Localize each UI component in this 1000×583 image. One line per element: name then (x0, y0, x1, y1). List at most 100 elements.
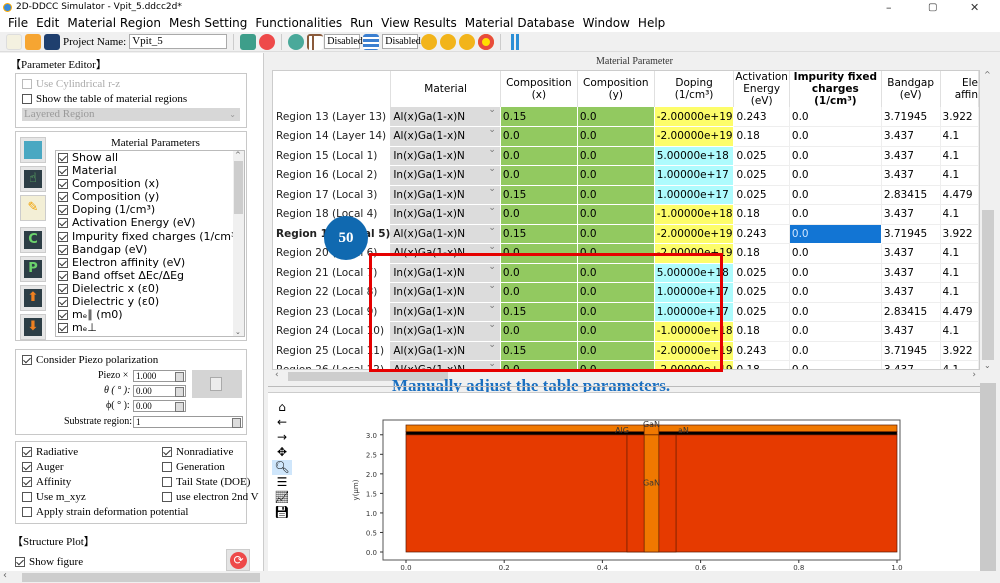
table-row[interactable]: Region 25 (Local 11)Al(x)Ga(1-x)N0.150.0… (273, 341, 979, 361)
bandgap-cell[interactable]: 3.437 (881, 243, 941, 264)
material-param-checkbox[interactable]: Dielectric x (ε0) (56, 282, 244, 295)
menu-view-results[interactable]: View Results (377, 15, 461, 32)
composition-y-cell[interactable]: 0.0 (577, 282, 655, 303)
table-row[interactable]: Region 26 (Local 12)Al(x)Ga(1-x)N0.00.0-… (273, 360, 979, 369)
plot-vertical-scrollbar[interactable] (980, 383, 996, 571)
affinity-cell[interactable]: 4.1 (940, 321, 979, 342)
doping-cell[interactable]: 1.00000e+17 (654, 302, 735, 322)
material-select[interactable]: In(x)Ga(1-x)N (390, 263, 501, 283)
impurity-cell[interactable]: 0.0 (789, 243, 882, 264)
configure-icon[interactable]: ☰ (272, 475, 292, 490)
table-vertical-scrollbar[interactable]: ^ ⌄ (980, 70, 996, 370)
bandgap-cell[interactable]: 3.437 (881, 263, 941, 283)
composition-x-cell[interactable]: 0.0 (500, 204, 578, 225)
table-row[interactable]: Region 18 (Local 4)In(x)Ga(1-x)N0.00.0-1… (273, 204, 979, 225)
menu-file[interactable]: File (4, 15, 32, 32)
row-header[interactable]: Region 25 (Local 11) (273, 341, 392, 361)
activation-energy-cell[interactable]: 0.025 (733, 302, 790, 322)
impurity-cell[interactable]: 0.0 (789, 146, 882, 166)
bandgap-cell[interactable]: 3.437 (881, 204, 941, 225)
checkbox[interactable] (58, 166, 68, 177)
affinity-cell[interactable]: 4.1 (940, 360, 979, 369)
composition-x-cell[interactable]: 0.0 (500, 263, 578, 283)
activation-energy-cell[interactable]: 0.243 (733, 341, 790, 361)
edit-button[interactable]: ✎ (20, 195, 46, 221)
bandgap-cell[interactable]: 3.71945 (881, 341, 941, 361)
doping-cell[interactable]: -2.00000e+19 (654, 360, 735, 369)
strain-checkbox[interactable]: Apply strain deformation potential (22, 506, 188, 518)
impurity-cell[interactable]: 0.0 (789, 126, 882, 147)
composition-y-cell[interactable]: 0.0 (577, 165, 655, 186)
column-header[interactable]: Composition (y) (577, 71, 655, 107)
composition-y-cell[interactable]: 0.0 (577, 302, 655, 322)
checkbox[interactable] (58, 257, 68, 268)
checkbox[interactable] (58, 323, 68, 334)
bandgap-cell[interactable]: 3.437 (881, 282, 941, 303)
material-param-checkbox[interactable]: Composition (y) (56, 190, 244, 203)
edit-axis-icon[interactable]: 📈︎ (272, 490, 292, 505)
menu-functionalities[interactable]: Functionalities (251, 15, 346, 32)
table-row[interactable]: Region 22 (Local 8)In(x)Ga(1-x)N0.00.01.… (273, 282, 979, 303)
material-select[interactable]: Al(x)Ga(1-x)N (390, 243, 501, 264)
activation-energy-cell[interactable]: 0.243 (733, 224, 790, 244)
run-icon[interactable] (421, 33, 438, 50)
material-list-scrollbar[interactable]: ^ ⌄ (233, 151, 244, 336)
column-header[interactable]: Bandgap (eV) (881, 71, 941, 107)
select-button[interactable]: ☝ (20, 166, 46, 192)
menu-mesh-setting[interactable]: Mesh Setting (165, 15, 251, 32)
move-down-button[interactable]: ⬇ (20, 314, 46, 340)
affinity-cell[interactable]: 3.922 (940, 224, 979, 244)
zoom-icon[interactable]: 🔍︎ (272, 460, 292, 475)
column-header[interactable]: Impurity fixed charges (1/cm³) (789, 71, 882, 107)
affinity-cell[interactable]: 4.1 (940, 204, 979, 225)
impurity-cell[interactable]: 0.0 (789, 185, 882, 205)
table-row[interactable]: Region 20 (Local 6)Al(x)Ga(1-x)N0.00.0-2… (273, 243, 979, 264)
menu-window[interactable]: Window (579, 15, 634, 32)
row-header[interactable]: Region 21 (Local 7) (273, 263, 392, 283)
material-select[interactable]: Al(x)Ga(1-x)N (390, 224, 501, 244)
material-select[interactable]: In(x)Ga(1-x)N (390, 204, 501, 225)
doping-cell[interactable]: -1.00000e+18 (654, 204, 735, 225)
row-header[interactable]: Region 15 (Local 1) (273, 146, 392, 166)
phi-spinbox[interactable]: 0.00 (133, 400, 186, 412)
composition-x-cell[interactable]: 0.15 (500, 185, 578, 205)
checkbox[interactable] (58, 205, 68, 216)
impurity-cell[interactable]: 0.0 (789, 360, 882, 369)
affinity-cell[interactable]: 4.479 (940, 302, 979, 322)
composition-x-cell[interactable]: 0.0 (500, 165, 578, 186)
piezo-apply-button[interactable] (192, 370, 242, 398)
c-button[interactable]: C (20, 227, 46, 253)
doping-cell[interactable]: 1.00000e+17 (654, 282, 735, 303)
material-param-checkbox[interactable]: Impurity fixed charges (1/cm³) (56, 230, 244, 243)
checkbox[interactable] (58, 218, 68, 229)
activation-energy-cell[interactable]: 0.18 (733, 243, 790, 264)
mesh-y-field[interactable]: Disabled (382, 34, 421, 49)
bandgap-cell[interactable]: 3.437 (881, 126, 941, 147)
piezo-spinbox[interactable]: 1.000 (133, 370, 186, 382)
composition-y-cell[interactable]: 0.0 (577, 224, 655, 244)
material-select[interactable]: In(x)Ga(1-x)N (390, 165, 501, 186)
material-select[interactable]: In(x)Ga(1-x)N (390, 302, 501, 322)
composition-y-cell[interactable]: 0.0 (577, 126, 655, 147)
impurity-cell[interactable]: 0.0 (789, 321, 882, 342)
affinity-cell[interactable]: 4.1 (940, 146, 979, 166)
run-all-icon[interactable] (440, 33, 457, 50)
composition-y-cell[interactable]: 0.0 (577, 321, 655, 342)
chart-icon[interactable] (507, 33, 524, 50)
checkbox[interactable] (58, 310, 68, 321)
checkbox[interactable] (58, 192, 68, 203)
row-header[interactable]: Region 23 (Local 9) (273, 302, 392, 322)
affinity-cell[interactable]: 4.1 (940, 243, 979, 264)
doping-cell[interactable]: -2.00000e+19 (654, 341, 735, 361)
grid-icon[interactable] (307, 33, 324, 50)
row-header[interactable]: Region 13 (Layer 13) (273, 107, 392, 127)
option-checkbox[interactable]: Generation (162, 461, 225, 473)
composition-y-cell[interactable]: 0.0 (577, 341, 655, 361)
checkbox[interactable] (58, 231, 68, 242)
menu-run[interactable]: Run (346, 15, 377, 32)
checkbox[interactable] (58, 244, 68, 255)
affinity-cell[interactable]: 4.1 (940, 282, 979, 303)
run-script-icon[interactable] (459, 33, 476, 50)
column-header[interactable]: Material (390, 71, 501, 107)
p-button[interactable]: P (20, 256, 46, 282)
